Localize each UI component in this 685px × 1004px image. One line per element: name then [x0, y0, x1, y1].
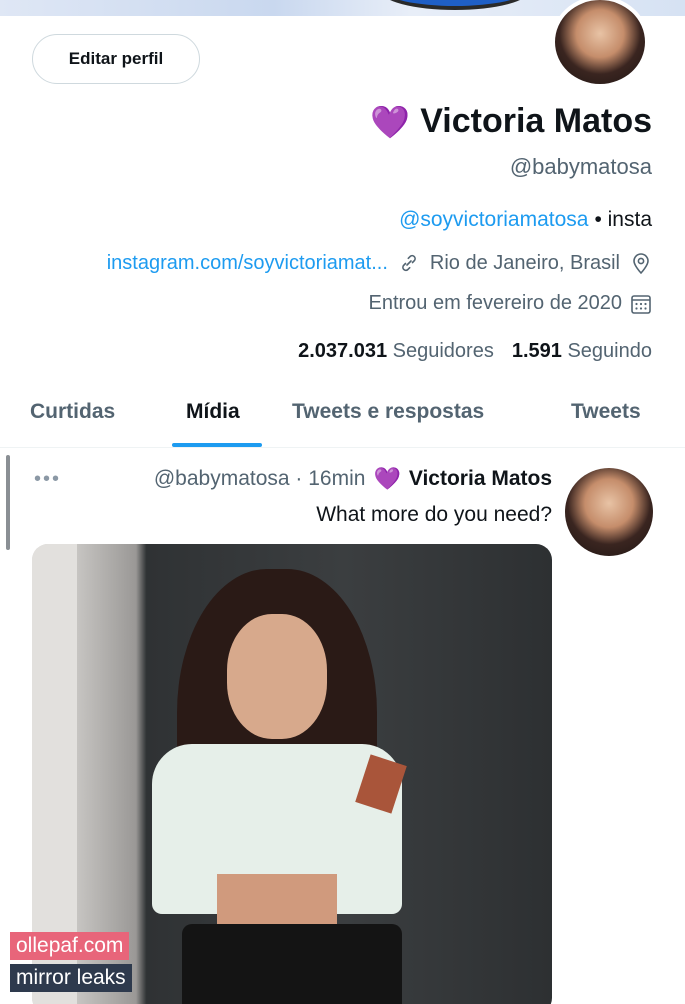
joined-row: Entrou em fevereiro de 2020 [369, 292, 653, 315]
scrollbar[interactable] [6, 455, 10, 550]
more-options-icon[interactable]: ••• [34, 468, 61, 491]
following-stat[interactable]: 1.591 Seguindo [512, 340, 652, 363]
tweet-header: @babymatosa · 16min 💜 Victoria Matos [154, 466, 552, 492]
media-figure-face [227, 614, 327, 739]
profile-name: Victoria Matos [420, 102, 652, 140]
tab-curtidas[interactable]: Curtidas [30, 400, 115, 424]
tweet-author-name[interactable]: Victoria Matos [409, 467, 552, 491]
location-pin-icon [630, 252, 652, 275]
banner-graphic [380, 0, 530, 10]
media-figure-skirt [182, 924, 402, 1004]
profile-meta-row: instagram.com/soyvictoriamat... Rio de J… [107, 252, 652, 275]
joined-text: Entrou em fevereiro de 2020 [368, 292, 623, 314]
watermark-site: ollepaf.com [10, 932, 130, 960]
tweet-text: What more do you need? [316, 503, 552, 526]
profile-name-row: 💜 Victoria Matos [370, 102, 652, 141]
purple-heart-icon: 💜 [373, 466, 401, 491]
location-text: Rio de Janeiro, Brasil [429, 252, 620, 274]
calendar-icon [630, 293, 652, 315]
website-link[interactable]: instagram.com/soyvictoriamat... [107, 252, 388, 275]
profile-tabs: Curtidas Mídia Tweets e respostas Tweets [0, 388, 685, 448]
tweet-avatar[interactable] [565, 468, 653, 556]
profile-bio: @soyvictoriamatosa • insta [399, 208, 652, 232]
link-icon [398, 253, 420, 275]
profile-avatar[interactable] [551, 0, 649, 88]
tweet-handle-time: @babymatosa · 16min [153, 467, 366, 490]
followers-stat[interactable]: 2.037.031 Seguidores [298, 340, 494, 363]
bio-instagram-link[interactable]: @soyvictoriamatosa [399, 208, 588, 232]
edit-profile-button[interactable]: Editar perfil [32, 34, 200, 84]
profile-stats: 2.037.031 Seguidores 1.591 Seguindo [298, 340, 652, 363]
profile-handle: @babymatosa [509, 154, 652, 179]
bio-prefix: • insta [594, 208, 652, 231]
active-tab-indicator [172, 443, 262, 447]
purple-heart-icon: 💜 [370, 103, 411, 140]
watermark-tagline: mirror leaks [10, 964, 132, 992]
tab-midia[interactable]: Mídia [186, 400, 240, 424]
tab-tweets-e-respostas[interactable]: Tweets e respostas [292, 400, 484, 424]
tab-tweets[interactable]: Tweets [571, 400, 641, 424]
